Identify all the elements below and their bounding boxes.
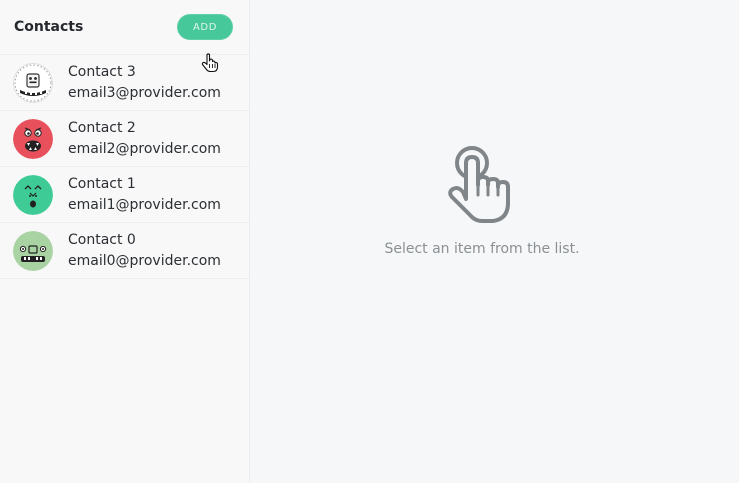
contact-email: email0@provider.com [68, 252, 221, 269]
contact-row-2[interactable]: Contact 2 email2@provider.com [0, 111, 249, 167]
contact-row-0[interactable]: Contact 0 email0@provider.com [0, 223, 249, 279]
sidebar-header: Contacts ADD [0, 0, 249, 55]
contact-email: email3@provider.com [68, 84, 221, 101]
empty-state-message: Select an item from the list. [384, 241, 580, 257]
monster-avatar-icon [13, 62, 53, 103]
monster-avatar-icon [13, 174, 53, 215]
contact-avatar-0 [13, 230, 53, 271]
contact-row-1[interactable]: Contact 1 email1@provider.com [0, 167, 249, 223]
contact-avatar-3 [13, 62, 53, 103]
empty-state: Select an item from the list. [382, 145, 582, 257]
detail-panel: Select an item from the list. [250, 0, 739, 483]
contact-list: Contact 3 email3@provider.com Contact 2 … [0, 55, 249, 279]
contact-name: Contact 2 [68, 119, 136, 136]
contact-avatar-2 [13, 118, 53, 159]
contact-text: Contact 2 email2@provider.com [68, 118, 221, 160]
contact-name: Contact 1 [68, 175, 136, 192]
add-contact-button[interactable]: ADD [177, 14, 233, 40]
contact-avatar-1 [13, 174, 53, 215]
monster-avatar-icon [13, 230, 53, 271]
contact-name: Contact 3 [68, 63, 136, 80]
monster-avatar-icon [13, 118, 53, 159]
contact-name: Contact 0 [68, 231, 136, 248]
contact-email: email2@provider.com [68, 140, 221, 157]
hand-cursor-icon [201, 53, 219, 73]
contact-email: email1@provider.com [68, 196, 221, 213]
pointing-hand-icon [448, 146, 510, 223]
contact-text: Contact 0 email0@provider.com [68, 230, 221, 272]
contact-text: Contact 3 email3@provider.com [68, 62, 221, 104]
contact-text: Contact 1 email1@provider.com [68, 174, 221, 216]
sidebar-title: Contacts [14, 19, 84, 35]
app-window: Contacts ADD Contact 3 email3@provider.c… [0, 0, 739, 483]
